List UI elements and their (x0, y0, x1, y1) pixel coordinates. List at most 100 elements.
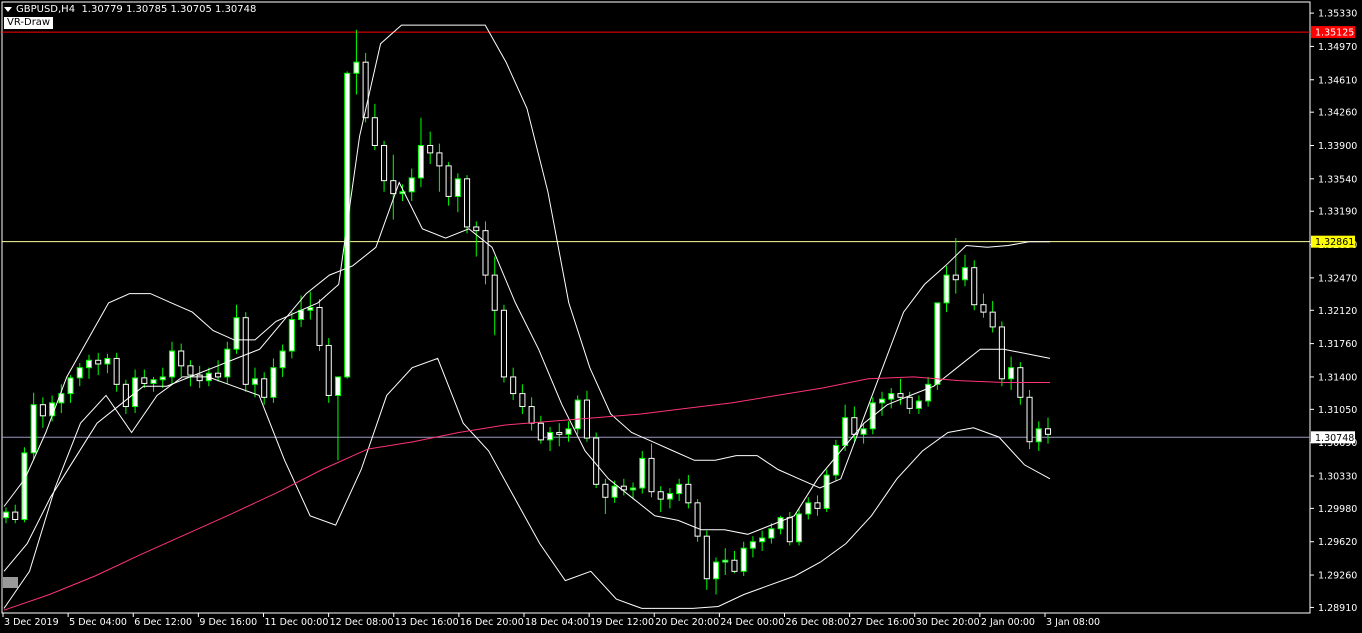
price-tick-label: 1.31050 (1318, 405, 1357, 416)
candle-body (860, 428, 867, 435)
candle-body (298, 309, 305, 321)
candle-body (685, 483, 692, 504)
candle-body (491, 274, 498, 311)
vr-draw-label[interactable]: VR-Draw (4, 17, 54, 29)
candle-body (878, 398, 886, 404)
price-tick-label: 1.31400 (1318, 372, 1357, 383)
price-tick-label: 1.34260 (1318, 108, 1357, 119)
price-tick-label: 1.33190 (1318, 207, 1357, 218)
candle-body (482, 230, 489, 276)
candle-body (473, 226, 480, 232)
candle-body (795, 513, 803, 543)
candle-body (270, 367, 277, 398)
dropdown-triangle-icon[interactable] (4, 6, 12, 12)
candle-body (85, 359, 93, 369)
candle-body (971, 267, 978, 306)
candle-body (67, 377, 74, 395)
candle-body (666, 493, 673, 500)
candle-body (805, 502, 812, 515)
candle-body (934, 302, 941, 385)
candle-body (823, 474, 830, 509)
candle-body (316, 307, 323, 346)
candle-body (150, 379, 157, 384)
candle-body (842, 417, 849, 446)
time-tick-label: 11 Dec 00:00 (265, 617, 329, 628)
candle-body (777, 517, 784, 530)
candle-body (187, 365, 194, 376)
price-tick-label: 1.28910 (1318, 603, 1357, 614)
time-tick-label: 26 Dec 08:00 (786, 617, 850, 628)
price-tick-label: 1.34970 (1318, 42, 1357, 53)
candle-body (95, 359, 102, 365)
candle-body (39, 404, 46, 417)
candle-body (547, 431, 554, 441)
candle-body (1044, 428, 1052, 435)
candle-body (556, 431, 563, 435)
time-tick-label: 3 Dec 2019 (4, 617, 59, 628)
time-tick-label: 6 Dec 12:00 (134, 617, 192, 628)
candle-body (325, 344, 332, 396)
candle-body (648, 457, 655, 493)
candle-body (722, 559, 729, 563)
ohlc-values: 1.30779 1.30785 1.30705 1.30748 (81, 4, 257, 15)
candle-body (925, 383, 932, 402)
candle-body (12, 511, 19, 520)
chart-window[interactable]: 1.35330 1.34970 1.34610 1.34260 1.33900 1.335… (0, 0, 1362, 633)
candle-body (122, 383, 129, 408)
candle-body (712, 561, 720, 580)
candle-body (768, 528, 775, 539)
candle-body (832, 444, 839, 476)
price-chart[interactable]: 1.35330 1.34970 1.34610 1.34260 1.33900 1.335… (0, 0, 1362, 633)
price-tag-label: 1.30748 (1315, 433, 1354, 444)
candle-body (943, 274, 950, 304)
candle-body (952, 274, 959, 281)
candle-body (132, 377, 139, 408)
candle-body (630, 487, 637, 491)
gray-square-icon[interactable] (3, 577, 18, 588)
candle-body (676, 483, 683, 495)
price-tag-label: 1.35125 (1315, 28, 1354, 39)
candle-body (759, 537, 766, 543)
time-tick-label: 20 Dec 20:00 (655, 617, 719, 628)
candle-body (602, 483, 609, 498)
candle-body (574, 399, 581, 430)
candle-body (454, 178, 461, 197)
price-tick-label: 1.29980 (1318, 504, 1357, 515)
candle-body (76, 367, 83, 379)
candle-body (611, 485, 618, 498)
candle-body (242, 317, 249, 385)
candle-body (233, 317, 240, 350)
candle-body (334, 376, 342, 396)
symbol-label: GBPUSD,H4 (16, 4, 76, 15)
time-tick-label: 24 Dec 00:00 (720, 617, 784, 628)
candle-body (980, 304, 987, 313)
candle-body (528, 406, 535, 424)
candle-body (1035, 428, 1042, 443)
price-tick-label: 1.32120 (1318, 306, 1357, 317)
candle-body (731, 559, 738, 572)
time-tick-label: 30 Dec 20:00 (916, 617, 980, 628)
candle-body (897, 393, 904, 398)
candle-body (961, 267, 969, 281)
candle-body (427, 144, 434, 154)
candle-body (261, 378, 268, 398)
candle-body (639, 457, 646, 489)
candle-body (21, 452, 28, 520)
candle-body (888, 393, 895, 400)
time-tick-label: 13 Dec 16:00 (395, 617, 459, 628)
price-tick-label: 1.33540 (1318, 174, 1357, 185)
candle-body (381, 144, 388, 182)
candle-body (851, 417, 858, 435)
candle-body (537, 422, 544, 441)
price-tag-label: 1.32861 (1315, 237, 1354, 248)
candle-body (30, 404, 37, 454)
plot-frame (1, 1, 1311, 614)
symbol-header[interactable]: GBPUSD,H4 1.30779 1.30785 1.30705 1.3074… (4, 4, 256, 15)
time-tick-label: 3 Jan 08:00 (1046, 617, 1100, 628)
candle-body (178, 350, 185, 367)
candle-body (251, 378, 259, 385)
candle-body (113, 357, 120, 385)
candle-body (371, 117, 378, 146)
candle-body (519, 393, 526, 408)
candle-body (141, 377, 148, 384)
